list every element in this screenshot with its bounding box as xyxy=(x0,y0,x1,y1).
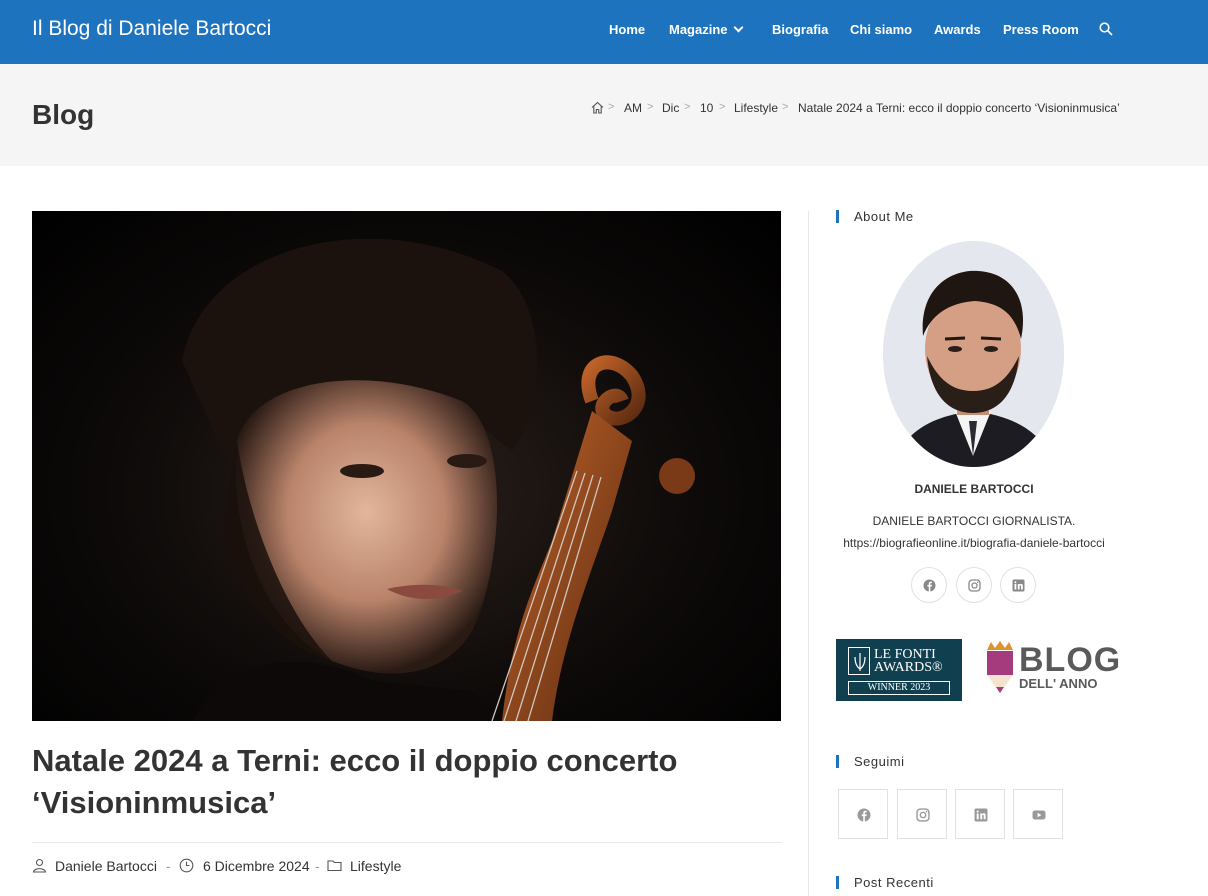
breadcrumb-dic[interactable]: Dic xyxy=(662,101,679,115)
breadcrumb-separator: > xyxy=(684,101,691,113)
follow-linkedin-button[interactable] xyxy=(955,789,1005,839)
badge-winner-year: WINNER 2023 xyxy=(848,681,950,695)
sidebar-divider xyxy=(808,211,809,896)
post-category-link[interactable]: Lifestyle xyxy=(350,858,401,874)
meta-separator: - xyxy=(166,858,171,874)
youtube-icon xyxy=(1032,810,1046,820)
breadcrumb-current: Natale 2024 a Terni: ecco il doppio conc… xyxy=(798,101,1120,115)
follow-youtube-button[interactable] xyxy=(1013,789,1063,839)
author-photo xyxy=(883,241,1064,467)
widget-title-about: About Me xyxy=(836,210,914,223)
nav-magazine-label: Magazine xyxy=(669,22,728,37)
nav-chi-siamo[interactable]: Chi siamo xyxy=(850,22,912,37)
widget-title-follow: Seguimi xyxy=(836,755,904,768)
linkedin-icon xyxy=(974,808,988,822)
breadcrumb-separator: > xyxy=(647,101,654,113)
widget-title-recent-posts: Post Recenti xyxy=(836,876,934,889)
about-author-description: DANIELE BARTOCCI GIORNALISTA. https://bi… xyxy=(836,510,1112,554)
post-date: 6 Dicembre 2024 xyxy=(203,858,310,874)
breadcrumb-am[interactable]: AM xyxy=(624,101,642,115)
follow-facebook-button[interactable] xyxy=(838,789,888,839)
user-icon xyxy=(32,858,47,873)
linkedin-icon xyxy=(1012,579,1025,592)
breadcrumb-lifestyle[interactable]: Lifestyle xyxy=(734,101,778,115)
about-facebook-button[interactable] xyxy=(911,567,947,603)
folder-icon xyxy=(327,860,342,872)
breadcrumb-10[interactable]: 10 xyxy=(700,101,713,115)
instagram-icon xyxy=(968,579,981,592)
nav-home[interactable]: Home xyxy=(609,22,645,37)
nav-press-room[interactable]: Press Room xyxy=(1003,22,1079,37)
blog-dell-anno-badge[interactable]: BLOG DELL' ANNO xyxy=(985,638,1120,700)
home-icon[interactable] xyxy=(591,101,604,114)
about-author-name: DANIELE BARTOCCI xyxy=(914,482,1034,496)
follow-instagram-button[interactable] xyxy=(897,789,947,839)
page-header: Blog > AM > Dic > 10 > Lifestyle > Natal… xyxy=(0,64,1208,166)
featured-image[interactable] xyxy=(32,211,781,721)
le-fonti-awards-wordmark: LE FONTI AWARDS® xyxy=(874,648,943,675)
divider xyxy=(32,842,782,843)
about-instagram-button[interactable] xyxy=(956,567,992,603)
breadcrumb-separator: > xyxy=(782,101,789,113)
search-icon[interactable] xyxy=(1099,22,1113,36)
post-title: Natale 2024 a Terni: ecco il doppio conc… xyxy=(32,743,678,820)
site-title-link[interactable]: Il Blog di Daniele Bartocci xyxy=(32,17,271,41)
facebook-icon xyxy=(923,579,936,592)
nav-magazine[interactable]: Magazine xyxy=(669,22,743,37)
author-avatar xyxy=(883,241,1064,467)
nav-awards[interactable]: Awards xyxy=(934,22,981,37)
pencil-crown-icon xyxy=(987,641,1013,693)
about-biography-link[interactable]: https://biografieonline.it/biografia-dan… xyxy=(836,532,1112,554)
page-title: Blog xyxy=(32,99,95,130)
laurel-crest-icon xyxy=(848,647,870,675)
facebook-icon xyxy=(857,808,871,822)
badge-line-2: AWARDS® xyxy=(874,660,943,675)
breadcrumb-separator: > xyxy=(608,101,615,113)
dell-anno-label: DELL' ANNO xyxy=(1019,676,1098,691)
about-linkedin-button[interactable] xyxy=(1000,567,1036,603)
top-navigation-bar: Il Blog di Daniele Bartocci Home Magazin… xyxy=(0,0,1208,64)
breadcrumb-separator: > xyxy=(719,101,726,113)
cellist-portrait-image xyxy=(182,238,695,721)
instagram-icon xyxy=(916,808,930,822)
chevron-down-icon xyxy=(733,22,743,33)
about-description-line: DANIELE BARTOCCI GIORNALISTA. xyxy=(872,514,1076,528)
le-fonti-awards-badge[interactable]: LE FONTI AWARDS® WINNER 2023 xyxy=(836,639,962,701)
blog-wordmark: BLOG xyxy=(1019,641,1122,679)
nav-biografia[interactable]: Biografia xyxy=(772,22,828,37)
meta-separator: - xyxy=(315,858,320,874)
post-author-link[interactable]: Daniele Bartocci xyxy=(55,858,157,874)
clock-icon xyxy=(179,858,194,873)
